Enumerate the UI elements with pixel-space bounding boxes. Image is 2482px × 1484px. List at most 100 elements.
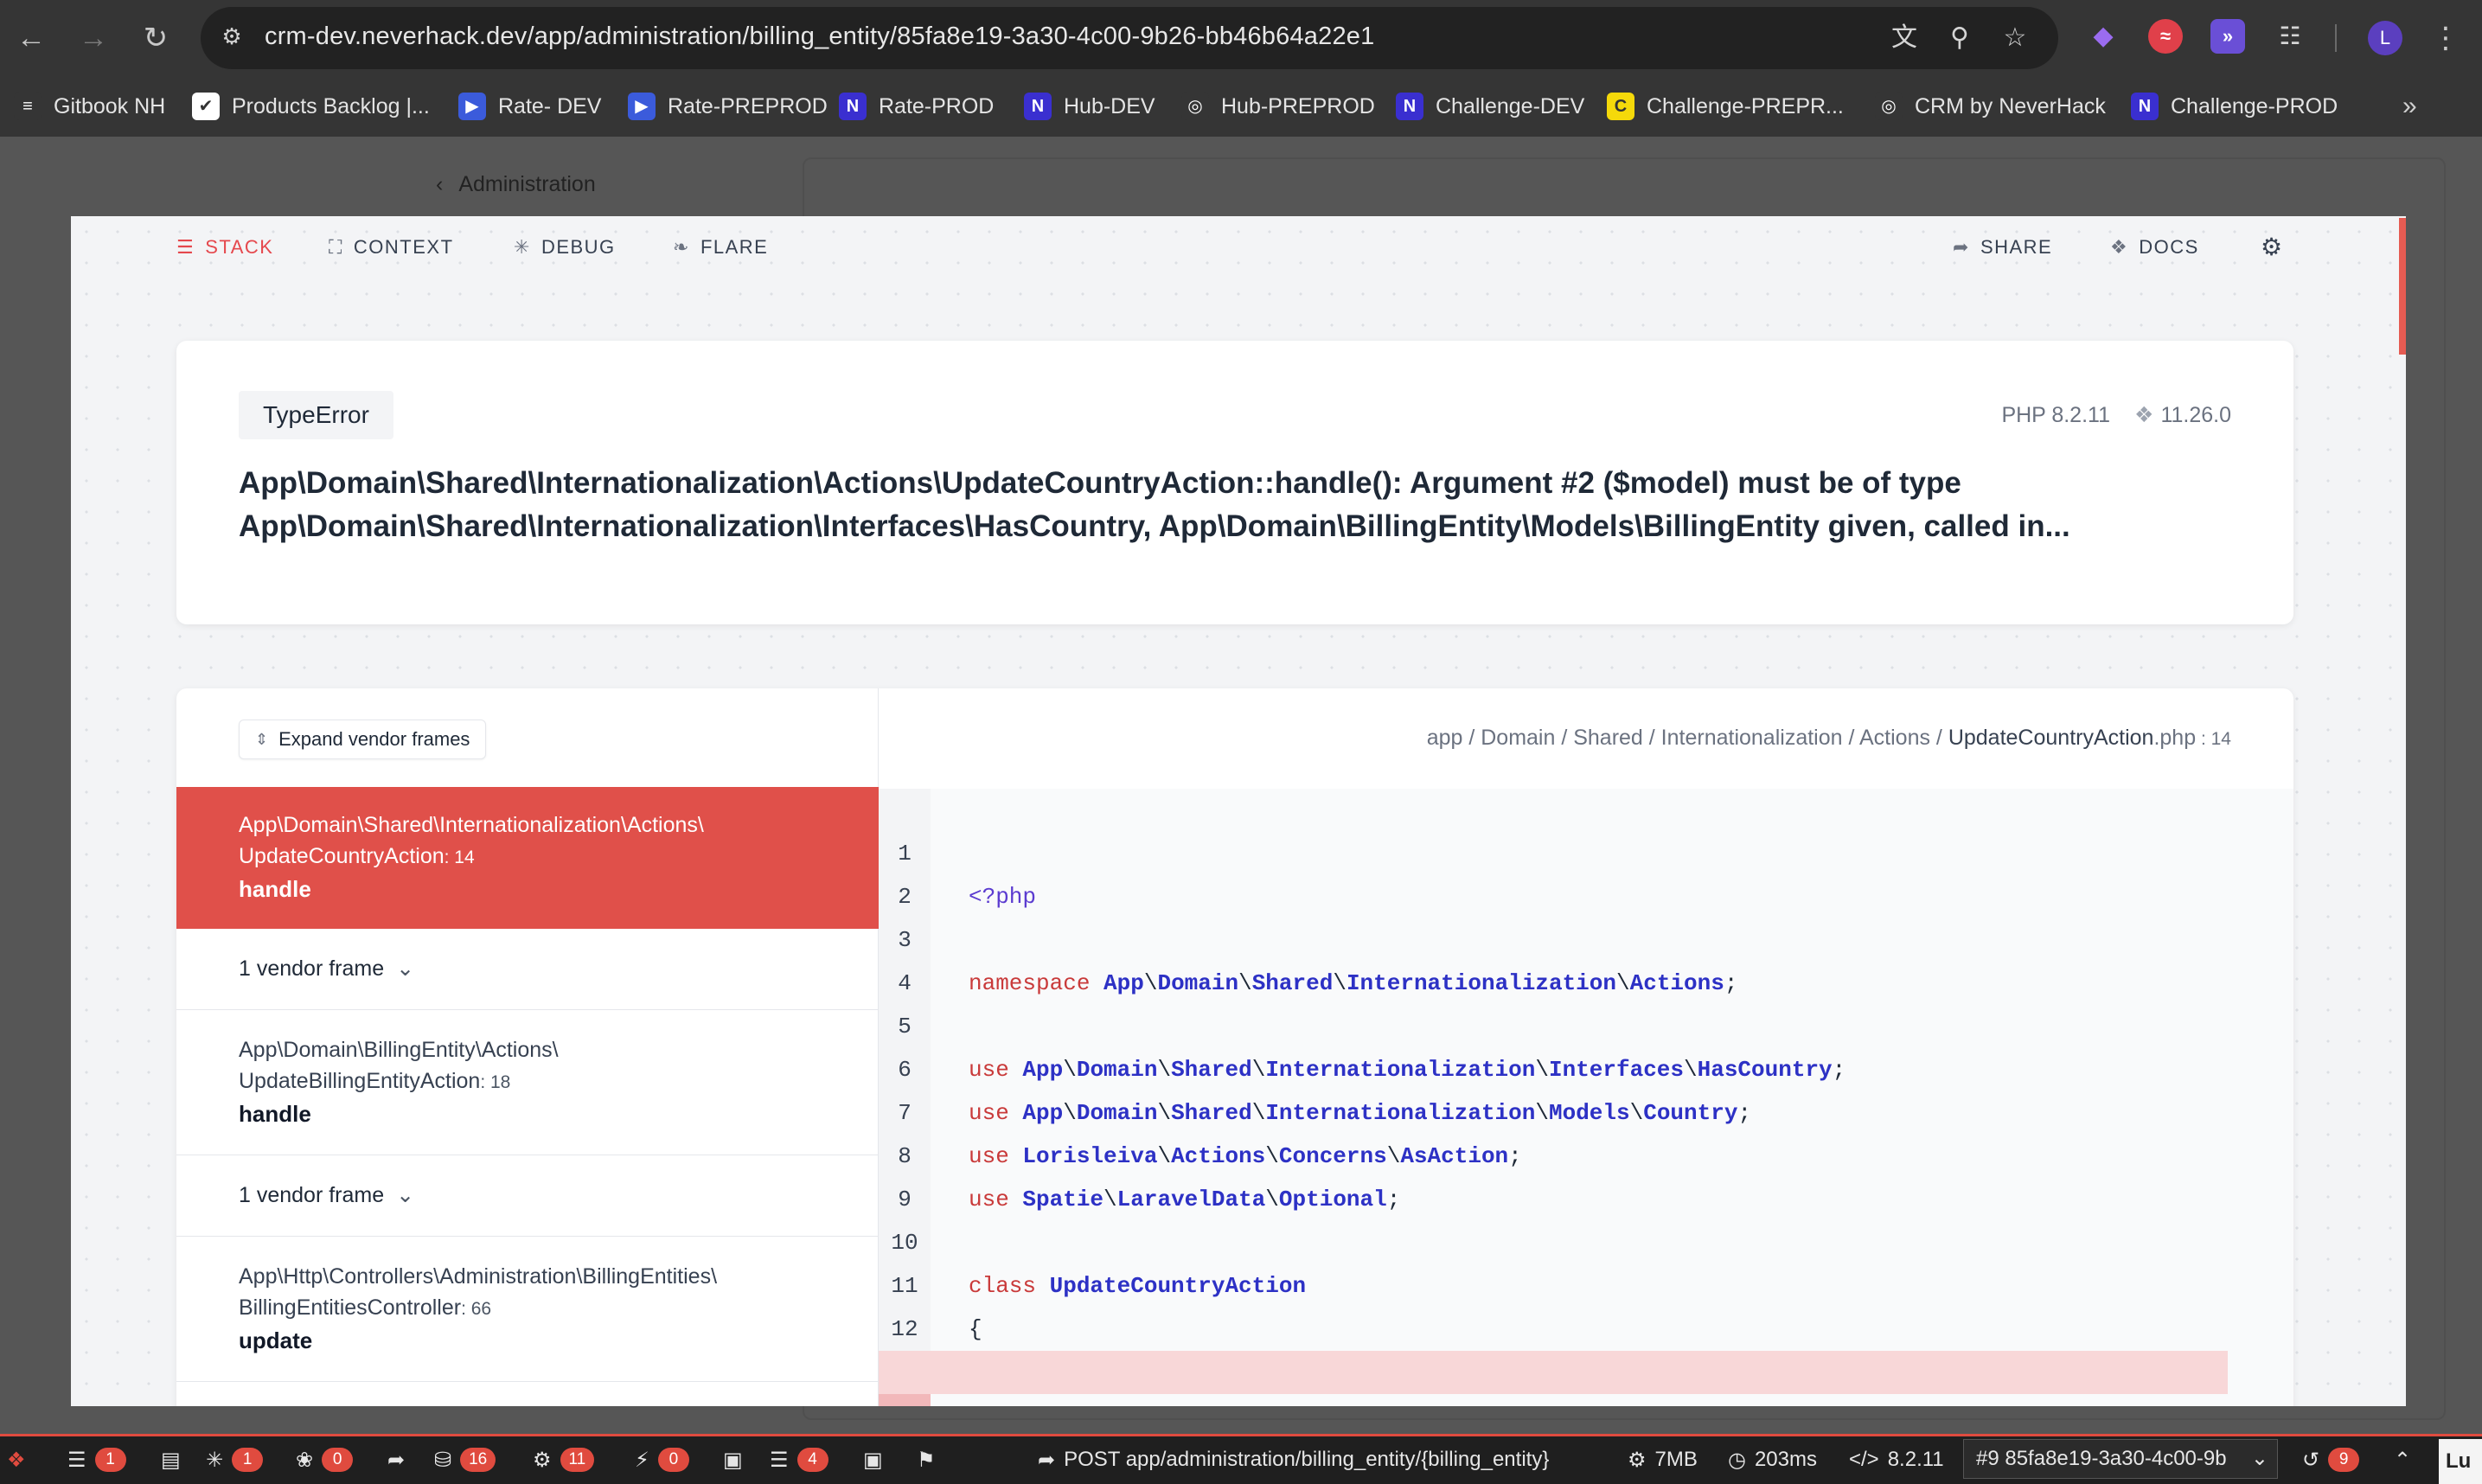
code-line: 6 use App\Domain\Shared\Internationaliza…	[879, 1005, 2228, 1126]
debugbar-events[interactable]: ⚡ 0	[635, 1446, 689, 1474]
settings-button[interactable]: ⚙	[2261, 233, 2284, 261]
debugbar-messages[interactable]: ☰ 1	[67, 1446, 126, 1474]
vendor-frame-toggle[interactable]: 1 vendor frame ⌄	[176, 929, 879, 1010]
code-line: 10 class UpdateCountryAction	[879, 1178, 2228, 1299]
bookmark-item[interactable]: ≡ Gitbook NH	[14, 86, 165, 126]
line-number: 14	[879, 1394, 931, 1406]
debugbar-corner[interactable]: Lu	[2439, 1439, 2482, 1484]
bolt-icon: ⚡	[635, 1448, 649, 1472]
bookmark-item[interactable]: N Rate-PROD	[839, 86, 994, 126]
translate-icon[interactable]: 文	[1885, 19, 1923, 57]
share-label: SHARE	[1980, 236, 2053, 258]
bookmark-item[interactable]: C Challenge-PREPR...	[1607, 86, 1844, 126]
expand-vendor-frames-button[interactable]: ⇕ Expand vendor frames	[239, 720, 487, 759]
back-arrow-icon[interactable]: ←	[12, 19, 50, 57]
bookmark-item[interactable]: ▶ Rate- DEV	[458, 86, 601, 126]
profile-avatar[interactable]: L	[2368, 21, 2402, 55]
bookmark-item[interactable]: ▶ Rate-PREPROD	[628, 86, 828, 126]
debugbar-history[interactable]: ↺ 9	[2302, 1446, 2360, 1474]
debugbar-memory[interactable]: ⚙ 7MB	[1628, 1446, 1698, 1474]
request-history-select[interactable]: #9 85fa8e19-3a30-4c00-9b ⌄	[1963, 1439, 2278, 1479]
vendor-frame-toggle[interactable]: 1 vendor frame ⌄	[176, 1155, 879, 1237]
extension-forward-icon[interactable]: »	[2210, 19, 2245, 54]
debugbar-gate[interactable]: ▣	[723, 1446, 752, 1474]
extensions-puzzle-icon[interactable]: ☷	[2273, 19, 2307, 54]
stack-icon: ☰	[176, 236, 195, 258]
bookmark-item[interactable]: ◎ Hub-PREPROD	[1181, 86, 1375, 126]
error-overlay: ☰ STACK ⛶ CONTEXT ✳ DEBUG ❧ FLARE ➦ SHARE ❖ DO…	[71, 216, 2406, 1406]
zoom-icon[interactable]: ⚲	[1941, 19, 1979, 57]
expand-vendor-label: Expand vendor frames	[278, 728, 470, 750]
exception-message-line-2: App\Domain\Shared\Internationalization\I…	[239, 509, 2070, 543]
debugbar-tags[interactable]: ⚑	[917, 1446, 944, 1474]
php-version: PHP 8.2.11	[2001, 403, 2110, 427]
debugbar-request[interactable]: ➦ POST app/administration/billing_entity/…	[1038, 1446, 1549, 1474]
debugbar-logo[interactable]: ❖	[7, 1446, 35, 1474]
bookmark-item[interactable]: ✔ Products Backlog |...	[192, 86, 430, 126]
code-line: 9	[879, 1135, 2228, 1212]
url-text[interactable]: crm-dev.neverhack.dev/app/administration…	[265, 19, 1374, 54]
frame-line: : 66	[461, 1299, 492, 1319]
debugbar-exceptions[interactable]: ✳ 1	[206, 1446, 264, 1474]
neverhack-icon: N	[1396, 93, 1423, 120]
debugbar-mails[interactable]: ☰ 4	[770, 1446, 828, 1474]
site-settings-icon[interactable]: ⚙	[214, 19, 249, 54]
chevron-down-icon: ⌄	[2250, 1447, 2268, 1470]
code-line: 12 use AsAction;	[879, 1264, 2228, 1385]
bookmark-item[interactable]: ◎ CRM by NeverHack	[1875, 86, 2106, 126]
tab-flare[interactable]: ❧ FLARE	[673, 233, 768, 261]
context-icon: ⛶	[329, 236, 343, 258]
stack-frame-selected[interactable]: App\Domain\Shared\Internationalization\A…	[176, 787, 879, 929]
debugbar-models[interactable]: ⚙ 11	[533, 1446, 595, 1474]
expand-icon: ⇕	[255, 731, 269, 748]
bookmark-label: Gitbook NH	[54, 93, 166, 118]
bookmark-item[interactable]: N Challenge-PROD	[2131, 86, 2338, 126]
rate-icon: ▶	[458, 93, 486, 120]
debugbar-time[interactable]: ◷ 203ms	[1728, 1446, 1817, 1474]
frame-class: BillingEntitiesController	[239, 1295, 462, 1320]
debugbar-queries[interactable]: ⛁ 16	[434, 1446, 496, 1474]
share-button[interactable]: ➦ SHARE	[1953, 233, 2052, 261]
file-path[interactable]: app / Domain / Shared / Internationaliza…	[1427, 723, 2231, 754]
forward-arrow-icon[interactable]: →	[74, 19, 112, 57]
more-bookmarks-icon[interactable]: »	[2402, 86, 2417, 126]
bookmark-item[interactable]: N Challenge-DEV	[1396, 86, 1584, 126]
toolbar-divider	[2335, 24, 2337, 52]
tab-context[interactable]: ⛶ CONTEXT	[329, 233, 454, 261]
debugbar-route[interactable]: ➦	[387, 1446, 413, 1474]
debugbar-views[interactable]: ❀ 0	[296, 1446, 354, 1474]
frames-list: ⇕ Expand vendor frames App\Domain\Shared\…	[176, 688, 879, 1406]
frame-class: UpdateCountryAction	[239, 844, 445, 868]
vendor-frame-label: 1 vendor frame	[239, 1183, 385, 1207]
extension-diamond-icon[interactable]: ◆	[2086, 19, 2121, 54]
exception-type: TypeError	[239, 391, 393, 439]
debugbar-collapse[interactable]: ⌃	[2394, 1446, 2420, 1474]
frame-method: handle	[239, 1101, 311, 1127]
messages-icon: ☰	[67, 1448, 86, 1472]
stack-frame[interactable]: App\Domain\BillingEntity\Actions\ Update…	[176, 1010, 879, 1155]
tab-stack[interactable]: ☰ STACK	[176, 233, 273, 261]
extension-red-icon[interactable]: ≈	[2148, 19, 2183, 54]
debugbar-archive[interactable]: ▣	[863, 1446, 892, 1474]
bookmark-label: Challenge-PREPR...	[1647, 93, 1844, 118]
bookmark-item[interactable]: N Hub-DEV	[1024, 86, 1155, 126]
tab-debug-label: DEBUG	[541, 236, 616, 258]
debugbar-php[interactable]: </> 8.2.11	[1849, 1446, 1944, 1474]
bookmark-label: Rate-PREPROD	[668, 93, 828, 118]
vendor-frame-label: 1 vendor frame	[239, 956, 385, 981]
menu-kebab-icon[interactable]: ⋮	[2427, 19, 2465, 57]
tab-debug[interactable]: ✳ DEBUG	[514, 233, 616, 261]
messages-badge: 1	[94, 1448, 126, 1472]
debugbar-timeline[interactable]: ▤	[161, 1446, 189, 1474]
code-viewer: 1 <?php 2 3 namespace App\Domain\Shared\…	[879, 789, 2293, 1406]
bookmark-label: Hub-PREPROD	[1221, 93, 1375, 118]
chevron-left-icon: ‹	[436, 172, 444, 196]
overlay-scrollbar[interactable]	[2399, 218, 2406, 355]
breadcrumb-back[interactable]: ‹ Administration	[436, 170, 596, 199]
stack-frame[interactable]: App\Http\Controllers\Administration\Bill…	[176, 1237, 879, 1382]
bookmark-star-icon[interactable]: ☆	[1996, 19, 2034, 57]
docs-button[interactable]: ❖ DOCS	[2110, 233, 2199, 261]
reload-icon[interactable]: ↻	[137, 19, 175, 57]
code-line: 8 use Spatie\LaravelData\Optional;	[879, 1091, 2228, 1212]
bug-icon: ✳	[206, 1448, 224, 1472]
